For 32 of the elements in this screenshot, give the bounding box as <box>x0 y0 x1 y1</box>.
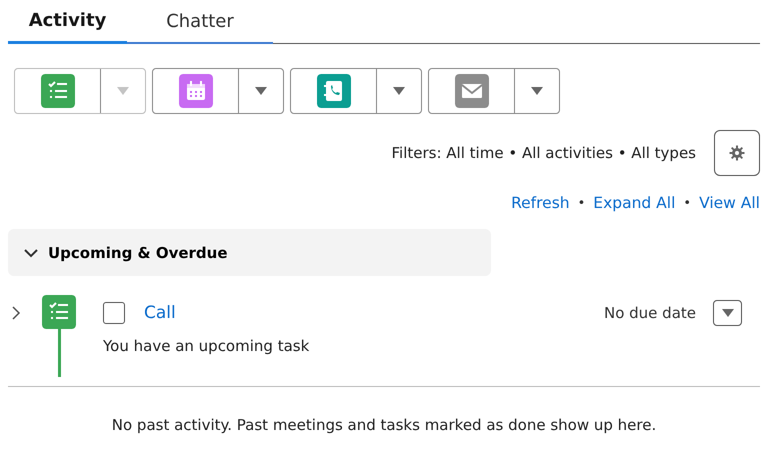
envelope-icon <box>454 74 488 108</box>
caret-icon <box>722 309 734 317</box>
new-email-button[interactable] <box>429 69 515 113</box>
caret-icon <box>531 87 543 95</box>
tab[interactable]: Chatter <box>127 11 273 44</box>
filter-summary: Filters: All time • All activities • All types <box>392 144 696 162</box>
timeline-line <box>58 329 60 377</box>
caret-icon <box>255 87 267 95</box>
task-link[interactable]: Call <box>144 303 604 323</box>
link[interactable]: View All <box>699 194 760 212</box>
empty-message: No past activity. Past meetings and tasks marked as done show up here. <box>110 416 658 434</box>
due-date: No due date <box>604 304 696 322</box>
dropdown-button[interactable] <box>713 300 742 326</box>
task-description: You have an upcoming task <box>103 337 310 355</box>
checklist-icon <box>40 74 74 108</box>
new-event-button[interactable] <box>153 69 239 113</box>
phone-book-icon <box>316 74 350 108</box>
calendar-icon <box>178 74 212 108</box>
settings-button[interactable] <box>714 130 760 176</box>
checkbox[interactable] <box>103 302 125 324</box>
checklist-icon <box>42 295 76 329</box>
caret-icon <box>117 87 129 95</box>
section-header[interactable]: Upcoming & Overdue <box>8 229 491 276</box>
separator-dot: • <box>578 196 586 210</box>
new-call-button[interactable] <box>291 69 377 113</box>
settings-icon <box>729 145 745 161</box>
tab[interactable]: Activity <box>8 10 127 44</box>
separator-dot: • <box>683 196 692 210</box>
new-task-button[interactable] <box>15 69 101 113</box>
link[interactable]: Expand All <box>593 194 676 212</box>
link[interactable]: Refresh <box>511 194 570 212</box>
caret-icon <box>393 87 405 95</box>
